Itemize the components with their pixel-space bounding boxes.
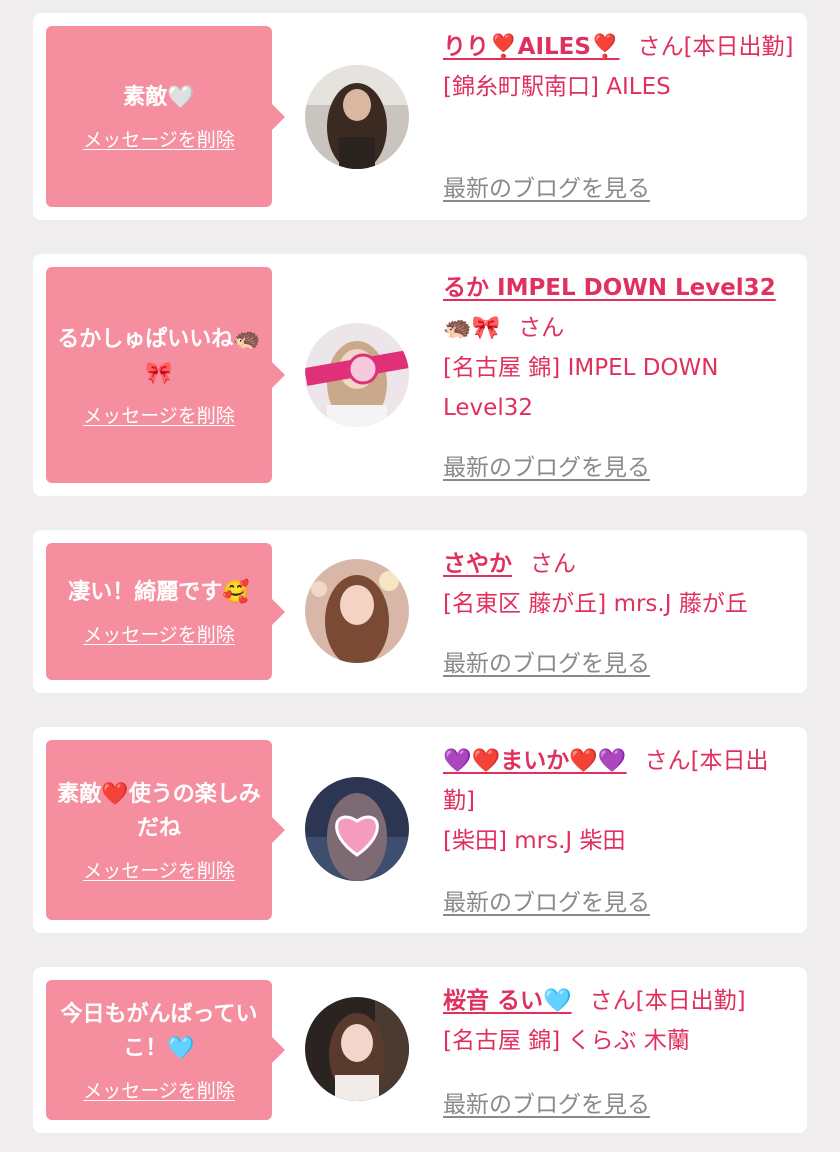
shop-label: [錦糸町駅南口] AILES <box>443 74 671 100</box>
message-card: 今日もがんばっていこ！🩵 メッセージを削除 桜音 るい🩵 さん[本日出勤] [名古… <box>33 967 807 1133</box>
latest-blog-link[interactable]: 最新のブログを見る <box>443 169 650 203</box>
delete-message-link[interactable]: メッセージを削除 <box>83 1076 235 1103</box>
delete-message-link[interactable]: メッセージを削除 <box>83 401 235 428</box>
message-bubble: 今日もがんばっていこ！🩵 メッセージを削除 <box>46 980 285 1120</box>
avatar-blonde-with-sticker-image <box>305 323 409 427</box>
avatar-woman-night-image <box>305 997 409 1101</box>
latest-blog-link[interactable]: 最新のブログを見る <box>443 644 650 678</box>
message-bubble: 素敵🤍 メッセージを削除 <box>46 26 285 207</box>
avatar[interactable] <box>305 777 409 881</box>
delete-message-link[interactable]: メッセージを削除 <box>83 125 235 152</box>
cast-info: るか IMPEL DOWN Level32 🦔🎀 さん [名古屋 錦] IMPEL… <box>443 268 795 428</box>
message-text: 素敵🤍 <box>123 85 195 110</box>
cast-info: りり❣️AILES❣️ さん[本日出勤] [錦糸町駅南口] AILES <box>443 27 795 107</box>
favorite-message-list: 素敵🤍 メッセージを削除 りり❣️AILES❣️ さん[本日出勤] [錦糸町駅南口… <box>0 0 840 1152</box>
avatar[interactable] <box>305 997 409 1101</box>
cast-name-link[interactable]: 💜❤️まいか❤️💜 <box>443 748 627 774</box>
message-bubble: るかしゅぱいいね🦔🎀 メッセージを削除 <box>46 267 285 483</box>
delete-message-link[interactable]: メッセージを削除 <box>83 620 235 647</box>
avatar[interactable] <box>305 323 409 427</box>
shop-label: [名古屋 錦] IMPEL DOWN Level32 <box>443 355 719 421</box>
message-card: 素敵🤍 メッセージを削除 りり❣️AILES❣️ さん[本日出勤] [錦糸町駅南口… <box>33 13 807 220</box>
cast-name-link[interactable]: るか IMPEL DOWN Level32 <box>443 275 776 301</box>
cast-info: さやか さん [名東区 藤が丘] mrs.J 藤が丘 <box>443 544 795 624</box>
cast-name-link[interactable]: りり❣️AILES❣️ <box>443 34 620 60</box>
shop-label: [名古屋 錦] くらぶ 木蘭 <box>443 1028 690 1054</box>
latest-blog-link[interactable]: 最新のブログを見る <box>443 1085 650 1119</box>
message-bubble: 凄い！綺麗です🥰 メッセージを削除 <box>46 543 285 680</box>
message-text: 素敵❤️使うの楽しみだね <box>57 781 261 841</box>
cast-info: 💜❤️まいか❤️💜 さん[本日出勤] [柴田] mrs.J 柴田 <box>443 741 795 861</box>
latest-blog-link[interactable]: 最新のブログを見る <box>443 448 650 482</box>
avatar[interactable] <box>305 65 409 169</box>
message-text: 凄い！綺麗です🥰 <box>68 580 250 605</box>
message-card: 素敵❤️使うの楽しみだね メッセージを削除 💜❤️まいか❤️💜 さん[本日出勤] … <box>33 727 807 933</box>
cast-info: 桜音 るい🩵 さん[本日出勤] [名古屋 錦] くらぶ 木蘭 <box>443 981 795 1061</box>
cast-honorific: さん[本日出勤] <box>589 988 746 1014</box>
shop-label: [名東区 藤が丘] mrs.J 藤が丘 <box>443 591 748 617</box>
shop-label: [柴田] mrs.J 柴田 <box>443 828 626 854</box>
cast-honorific: さん[本日出勤] <box>637 34 794 60</box>
cast-honorific: さん <box>530 551 576 577</box>
avatar-heart-sticker-image <box>305 777 409 881</box>
message-card: 凄い！綺麗です🥰 メッセージを削除 さやか さん [名東区 藤が丘] mrs.J … <box>33 530 807 693</box>
message-bubble: 素敵❤️使うの楽しみだね メッセージを削除 <box>46 740 285 920</box>
cast-name-link[interactable]: さやか <box>443 551 512 577</box>
avatar-dark-hair-woman-image <box>305 65 409 169</box>
delete-message-link[interactable]: メッセージを削除 <box>83 856 235 883</box>
name-emoji: 🦔🎀 <box>443 315 501 341</box>
latest-blog-link[interactable]: 最新のブログを見る <box>443 883 650 917</box>
cast-name-link[interactable]: 桜音 るい🩵 <box>443 988 572 1014</box>
message-card: るかしゅぱいいね🦔🎀 メッセージを削除 るか IMPEL DOWN Level3… <box>33 254 807 496</box>
message-text: 今日もがんばっていこ！🩵 <box>60 1001 258 1061</box>
cast-honorific: さん <box>518 315 565 341</box>
avatar-long-brown-hair-image <box>305 559 409 663</box>
avatar[interactable] <box>305 559 409 663</box>
message-text: るかしゅぱいいね🦔🎀 <box>57 326 261 386</box>
